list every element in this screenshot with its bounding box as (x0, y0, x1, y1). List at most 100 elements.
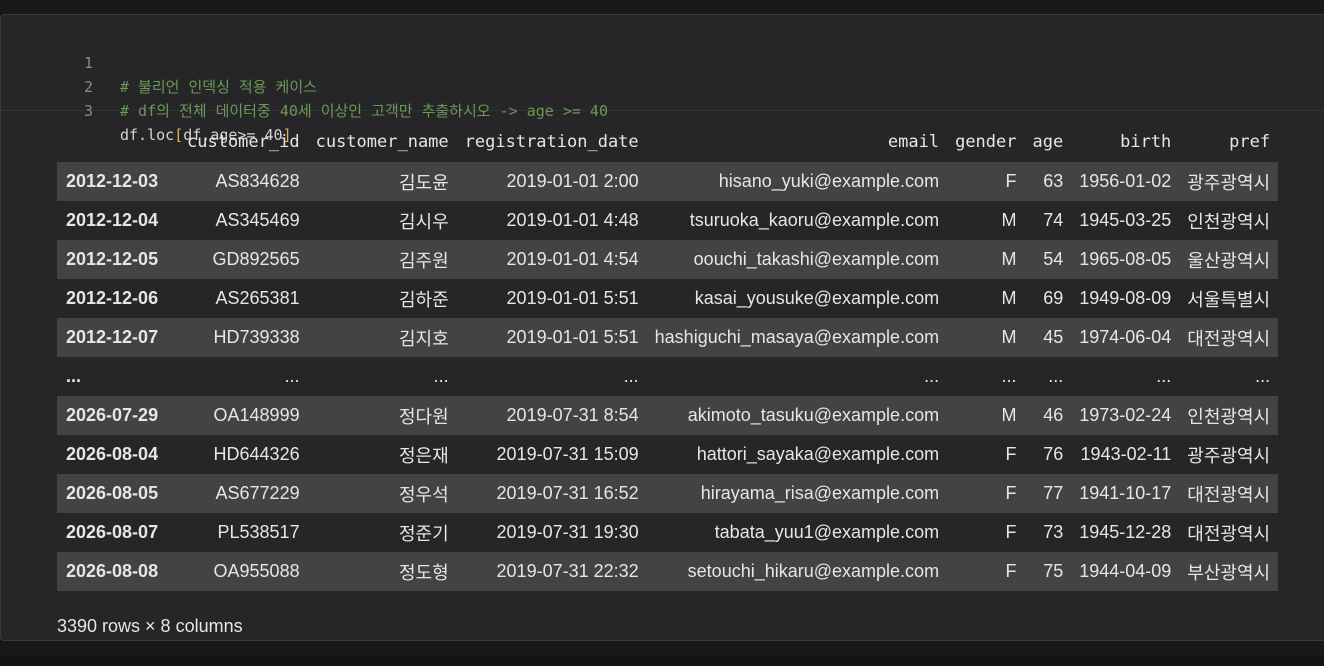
table-cell: AS345469 (215, 210, 300, 230)
row-index: 2012-12-03 (66, 171, 159, 191)
table-cell: PL538517 (217, 522, 300, 542)
table-cell: M (1001, 327, 1017, 347)
column-header: age (1032, 132, 1064, 152)
table-cell: M (1001, 405, 1017, 425)
table-cell: 1941-10-17 (1079, 483, 1172, 503)
row-index: 2026-08-07 (66, 522, 159, 542)
table-cell: ... (284, 366, 300, 386)
table-cell: ... (1048, 366, 1064, 386)
row-count-summary: 3390 rows × 8 columns (57, 616, 243, 636)
table-cell: 2019-01-01 4:54 (506, 249, 639, 269)
row-index: 2012-12-06 (66, 288, 159, 308)
row-index: 2012-12-05 (66, 249, 159, 269)
table-cell: 1965-08-05 (1079, 249, 1172, 269)
notebook-cell[interactable]: 1 # 불리언 인덱싱 적용 케이스 2 # df의 전체 데이터중 40세 이… (0, 14, 1324, 641)
table-cell: 2019-01-01 5:51 (506, 327, 639, 347)
table-row: 2012-12-04 AS345469 김시우 2019-01-01 4:48 tsur… (57, 201, 1278, 240)
table-cell: 2019-07-31 16:52 (496, 483, 639, 503)
table-cell: 1943-02-11 (1080, 444, 1172, 464)
table-cell: 45 (1043, 327, 1064, 347)
code-editor[interactable]: 1 # 불리언 인덱싱 적용 케이스 2 # df의 전체 데이터중 40세 이… (1, 15, 1324, 144)
column-header: registration_date (464, 132, 639, 152)
table-cell: 2019-01-01 5:51 (506, 288, 639, 308)
table-cell: 1974-06-04 (1079, 327, 1172, 347)
table-cell: 대전광역시 (1187, 523, 1271, 544)
table-cell: 75 (1043, 561, 1064, 581)
table-cell: 부산광역시 (1187, 562, 1271, 583)
table-cell: 김주원 (398, 250, 449, 271)
table-cell: tabata_yuu1@example.com (714, 522, 940, 542)
table-cell: M (1001, 249, 1017, 269)
table-cell: 대전광역시 (1187, 328, 1271, 349)
dataframe-table: customer_id customer_name registration_d… (57, 122, 1279, 591)
row-index: 2012-12-07 (66, 327, 159, 347)
table-cell: 1945-12-28 (1079, 522, 1172, 542)
table-cell: ... (1255, 366, 1271, 386)
table-row: 2026-08-05 AS677229 정우석 2019-07-31 16:52 hir… (57, 474, 1279, 513)
cell-output: customer_id customer_name registration_d… (1, 112, 1324, 642)
table-cell: 1944-04-09 (1079, 561, 1172, 581)
table-cell: 1973-02-24 (1079, 405, 1172, 425)
table-cell: 1945-03-25 (1079, 210, 1172, 230)
table-cell: 정은재 (398, 445, 449, 466)
table-row: 2012-12-03 AS834628 김도윤 2019-01-01 2:00 hisa… (57, 162, 1279, 201)
table-cell: hashiguchi_masaya@example.com (654, 327, 940, 347)
table-cell: 서울특별시 (1187, 289, 1271, 310)
line-number: 1 (83, 54, 93, 72)
table-cell: 69 (1043, 288, 1064, 308)
table-cell: 울산광역시 (1187, 250, 1271, 271)
table-cell: ... (1001, 366, 1017, 386)
table-cell: 2019-07-31 22:32 (496, 561, 639, 581)
table-cell: M (1001, 288, 1017, 308)
table-cell: AS834628 (215, 171, 300, 191)
table-cell: ... (433, 366, 449, 386)
table-cell: 김하준 (398, 289, 449, 310)
table-cell: kasai_yousuke@example.com (694, 288, 940, 308)
table-cell: F (1005, 483, 1017, 503)
table-cell: 정준기 (398, 523, 449, 544)
table-cell: OA955088 (213, 561, 300, 581)
row-index: 2026-08-05 (66, 483, 159, 503)
table-cell: F (1005, 522, 1017, 542)
table-cell: 54 (1043, 249, 1064, 269)
row-index: 2012-12-04 (66, 210, 159, 230)
table-cell: 2019-07-31 19:30 (496, 522, 639, 542)
row-index: 2026-08-08 (66, 561, 159, 581)
table-cell: 76 (1043, 444, 1064, 464)
table-row: 2026-08-08 OA955088 정도형 2019-07-31 22:32 set… (57, 552, 1279, 591)
table-row: 2026-08-04 HD644326 정은재 2019-07-31 15:09 hat… (57, 435, 1278, 474)
table-cell: ... (1156, 366, 1172, 386)
table-cell: hisano_yuki@example.com (718, 171, 940, 191)
table-cell: AS265381 (215, 288, 300, 308)
code-comment: # 불리언 인덱싱 적용 케이스 (120, 78, 317, 96)
table-cell: hattori_sayaka@example.com (696, 444, 940, 464)
row-index: 2026-07-29 (66, 405, 159, 425)
table-row: 2026-07-29 OA148999 정다원 2019-07-31 8:54 akim… (57, 396, 1279, 435)
table-cell: F (1005, 561, 1017, 581)
table-cell: 인천광역시 (1187, 211, 1271, 232)
column-header: pref (1229, 132, 1271, 152)
ellipsis-row: ........................... (57, 357, 1278, 396)
table-cell: AS677229 (215, 483, 300, 503)
table-cell: ... (924, 366, 940, 386)
table-cell: 인천광역시 (1187, 406, 1271, 427)
table-cell: 정우석 (398, 484, 449, 505)
table-cell: HD739338 (213, 327, 300, 347)
column-header: customer_name (315, 132, 449, 152)
table-cell: 2019-07-31 15:09 (496, 444, 639, 464)
table-row: 2012-12-07 HD739338 김지호 2019-01-01 5:51 hash… (57, 318, 1279, 357)
table-row: 2012-12-06 AS265381 김하준 2019-01-01 5:51 kasa… (57, 279, 1278, 318)
table-cell: oouchi_takashi@example.com (693, 249, 940, 269)
table-cell: akimoto_tasuku@example.com (687, 405, 940, 425)
table-cell: OA148999 (213, 405, 300, 425)
table-cell: 2019-01-01 2:00 (506, 171, 639, 191)
table-cell: 74 (1043, 210, 1064, 230)
table-cell: 김지호 (398, 328, 449, 349)
table-cell: 정다원 (398, 406, 449, 427)
table-row: 2026-08-07 PL538517 정준기 2019-07-31 19:30 tab… (57, 513, 1278, 552)
index-header (57, 122, 179, 162)
table-cell: HD644326 (213, 444, 300, 464)
table-cell: 1949-08-09 (1079, 288, 1172, 308)
table-cell: 광주광역시 (1187, 172, 1271, 193)
column-header: customer_id (187, 132, 300, 152)
